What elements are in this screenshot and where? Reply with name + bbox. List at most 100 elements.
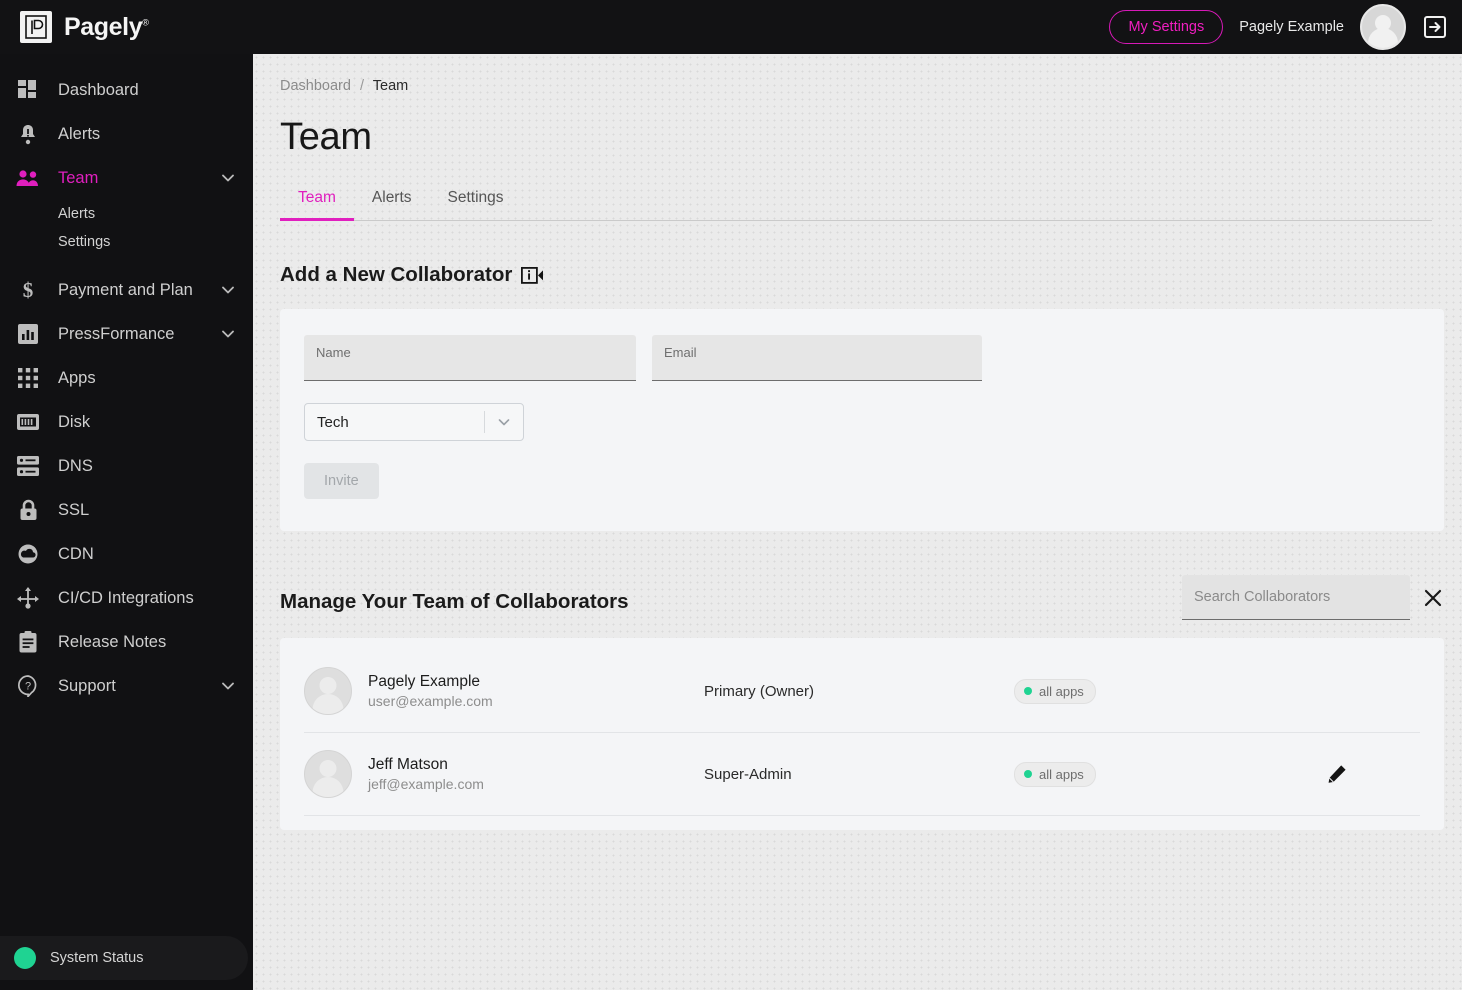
tab-bar: Team Alerts Settings — [280, 189, 1432, 221]
sidebar-subitem-team-settings[interactable]: Settings — [0, 228, 253, 256]
brand-name: Pagely® — [64, 12, 149, 41]
sidebar-item-support[interactable]: ? Support — [0, 664, 253, 708]
sidebar-item-dns[interactable]: DNS — [0, 444, 253, 488]
main-content: Dashboard / Team Team Team Alerts Settin… — [253, 54, 1462, 990]
search-input[interactable] — [1194, 589, 1398, 605]
avatar-body — [312, 694, 344, 714]
breadcrumb-dashboard[interactable]: Dashboard — [280, 78, 351, 94]
collaborator-role: Primary (Owner) — [704, 682, 815, 700]
collaborator-identity: Pagely Example user@example.com — [304, 667, 704, 715]
breadcrumb-current: Team — [372, 78, 409, 94]
sidebar-item-team[interactable]: Team — [0, 156, 253, 200]
table-row: Pagely Example user@example.com Primary … — [304, 650, 1420, 733]
avatar-body — [312, 777, 344, 797]
status-dot-icon — [14, 947, 36, 969]
chevron-down-icon[interactable] — [221, 679, 235, 693]
question-icon: ? — [14, 675, 42, 697]
name-input[interactable] — [316, 362, 624, 378]
collaborator-email: user@example.com — [368, 692, 493, 709]
status-dot-icon — [1024, 687, 1032, 695]
apps-scope-label: all apps — [1039, 683, 1084, 699]
tab-settings[interactable]: Settings — [430, 189, 522, 221]
sidebar-item-cicd-integrations[interactable]: CI/CD Integrations — [0, 576, 253, 620]
search-collaborators-wrapper[interactable] — [1182, 575, 1410, 620]
info-tooltip-icon[interactable] — [521, 266, 545, 284]
pagely-logo-icon — [20, 11, 52, 43]
sidebar-item-label: Payment and Plan — [58, 280, 193, 299]
collaborator-text: Jeff Matson jeff@example.com — [368, 755, 484, 793]
table-row: Jeff Matson jeff@example.com Super-Admin… — [304, 733, 1420, 816]
server-icon — [14, 456, 42, 476]
avatar — [304, 750, 352, 798]
sidebar-item-label: Apps — [58, 368, 96, 387]
collaborator-email: jeff@example.com — [368, 775, 484, 792]
avatar-head — [319, 760, 337, 777]
invite-field-row: Name Email — [304, 335, 1420, 381]
sidebar-item-label: Alerts — [58, 124, 101, 143]
sidebar-item-label: Team — [58, 168, 99, 187]
collaborator-apps: all apps — [1014, 761, 1314, 787]
role-select-value: Tech — [317, 413, 349, 431]
sidebar-subitem-team-alerts[interactable]: Alerts — [0, 200, 253, 228]
brand-logo[interactable]: Pagely® — [0, 11, 149, 43]
integrations-icon — [14, 587, 42, 609]
sidebar-item-cdn[interactable]: CDN — [0, 532, 253, 576]
sidebar-item-release-notes[interactable]: Release Notes — [0, 620, 253, 664]
collaborator-name: Jeff Matson — [368, 756, 448, 774]
email-input[interactable] — [664, 362, 970, 378]
add-collaborator-title: Add a New Collaborator — [280, 263, 513, 286]
avatar-body — [1368, 28, 1398, 48]
svg-text:?: ? — [25, 681, 31, 693]
avatar — [304, 667, 352, 715]
sidebar-item-label: CDN — [58, 544, 94, 563]
name-field-wrapper[interactable]: Name — [304, 335, 636, 381]
sidebar-item-disk[interactable]: Disk — [0, 400, 253, 444]
topbar-right-group: My Settings Pagely Example — [1109, 4, 1462, 50]
sidebar-item-label: Support — [58, 676, 116, 695]
invite-button[interactable]: Invite — [304, 463, 379, 499]
breadcrumb-separator: / — [359, 78, 364, 94]
grid-icon — [14, 368, 42, 388]
sidebar-item-alerts[interactable]: Alerts — [0, 112, 253, 156]
sidebar-item-ssl[interactable]: SSL — [0, 488, 253, 532]
email-field-label: Email — [664, 345, 697, 360]
sidebar-item-label: Disk — [58, 412, 91, 431]
bar-chart-icon — [14, 324, 42, 344]
chevron-down-icon[interactable] — [485, 415, 523, 429]
tab-alerts[interactable]: Alerts — [354, 189, 430, 221]
tab-team[interactable]: Team — [280, 189, 354, 221]
sidebar-item-pressformance[interactable]: PressFormance — [0, 312, 253, 356]
top-bar: Pagely® My Settings Pagely Example — [0, 0, 1462, 54]
email-field-wrapper[interactable]: Email — [652, 335, 982, 381]
page-title: Team — [280, 116, 372, 158]
dollar-icon: $ — [14, 279, 42, 301]
manage-team-header: Manage Your Team of Collaborators — [280, 575, 1444, 620]
system-status-button[interactable]: System Status — [0, 936, 248, 980]
manage-team-title: Manage Your Team of Collaborators — [280, 590, 629, 613]
close-icon[interactable] — [1422, 587, 1444, 609]
chevron-down-icon[interactable] — [221, 171, 235, 185]
chevron-down-icon[interactable] — [221, 327, 235, 341]
status-dot-icon — [1024, 770, 1032, 778]
logout-icon[interactable] — [1422, 14, 1448, 40]
role-select[interactable]: Tech — [304, 403, 524, 441]
search-area — [1182, 575, 1444, 620]
sidebar-item-apps[interactable]: Apps — [0, 356, 253, 400]
collaborator-name: Pagely Example — [368, 673, 481, 691]
collaborator-apps: all apps — [1014, 678, 1314, 704]
registered-mark: ® — [142, 17, 149, 28]
sidebar-item-label: Release Notes — [58, 632, 167, 651]
bell-icon — [14, 124, 42, 145]
my-settings-button[interactable]: My Settings — [1109, 10, 1224, 44]
sidebar-item-payment-and-plan[interactable]: $ Payment and Plan — [0, 268, 253, 312]
sidebar-item-label: PressFormance — [58, 324, 175, 343]
cloud-icon — [14, 544, 42, 564]
sidebar-item-dashboard[interactable]: Dashboard — [0, 68, 253, 112]
sidebar-item-label: DNS — [58, 456, 93, 475]
avatar[interactable] — [1360, 4, 1406, 50]
edit-icon[interactable] — [1326, 763, 1348, 785]
account-name: Pagely Example — [1239, 19, 1344, 35]
chevron-down-icon[interactable] — [221, 283, 235, 297]
collaborator-role: Super-Admin — [704, 765, 792, 783]
sidebar: Dashboard Alerts Team Alerts Settings $ … — [0, 54, 253, 990]
